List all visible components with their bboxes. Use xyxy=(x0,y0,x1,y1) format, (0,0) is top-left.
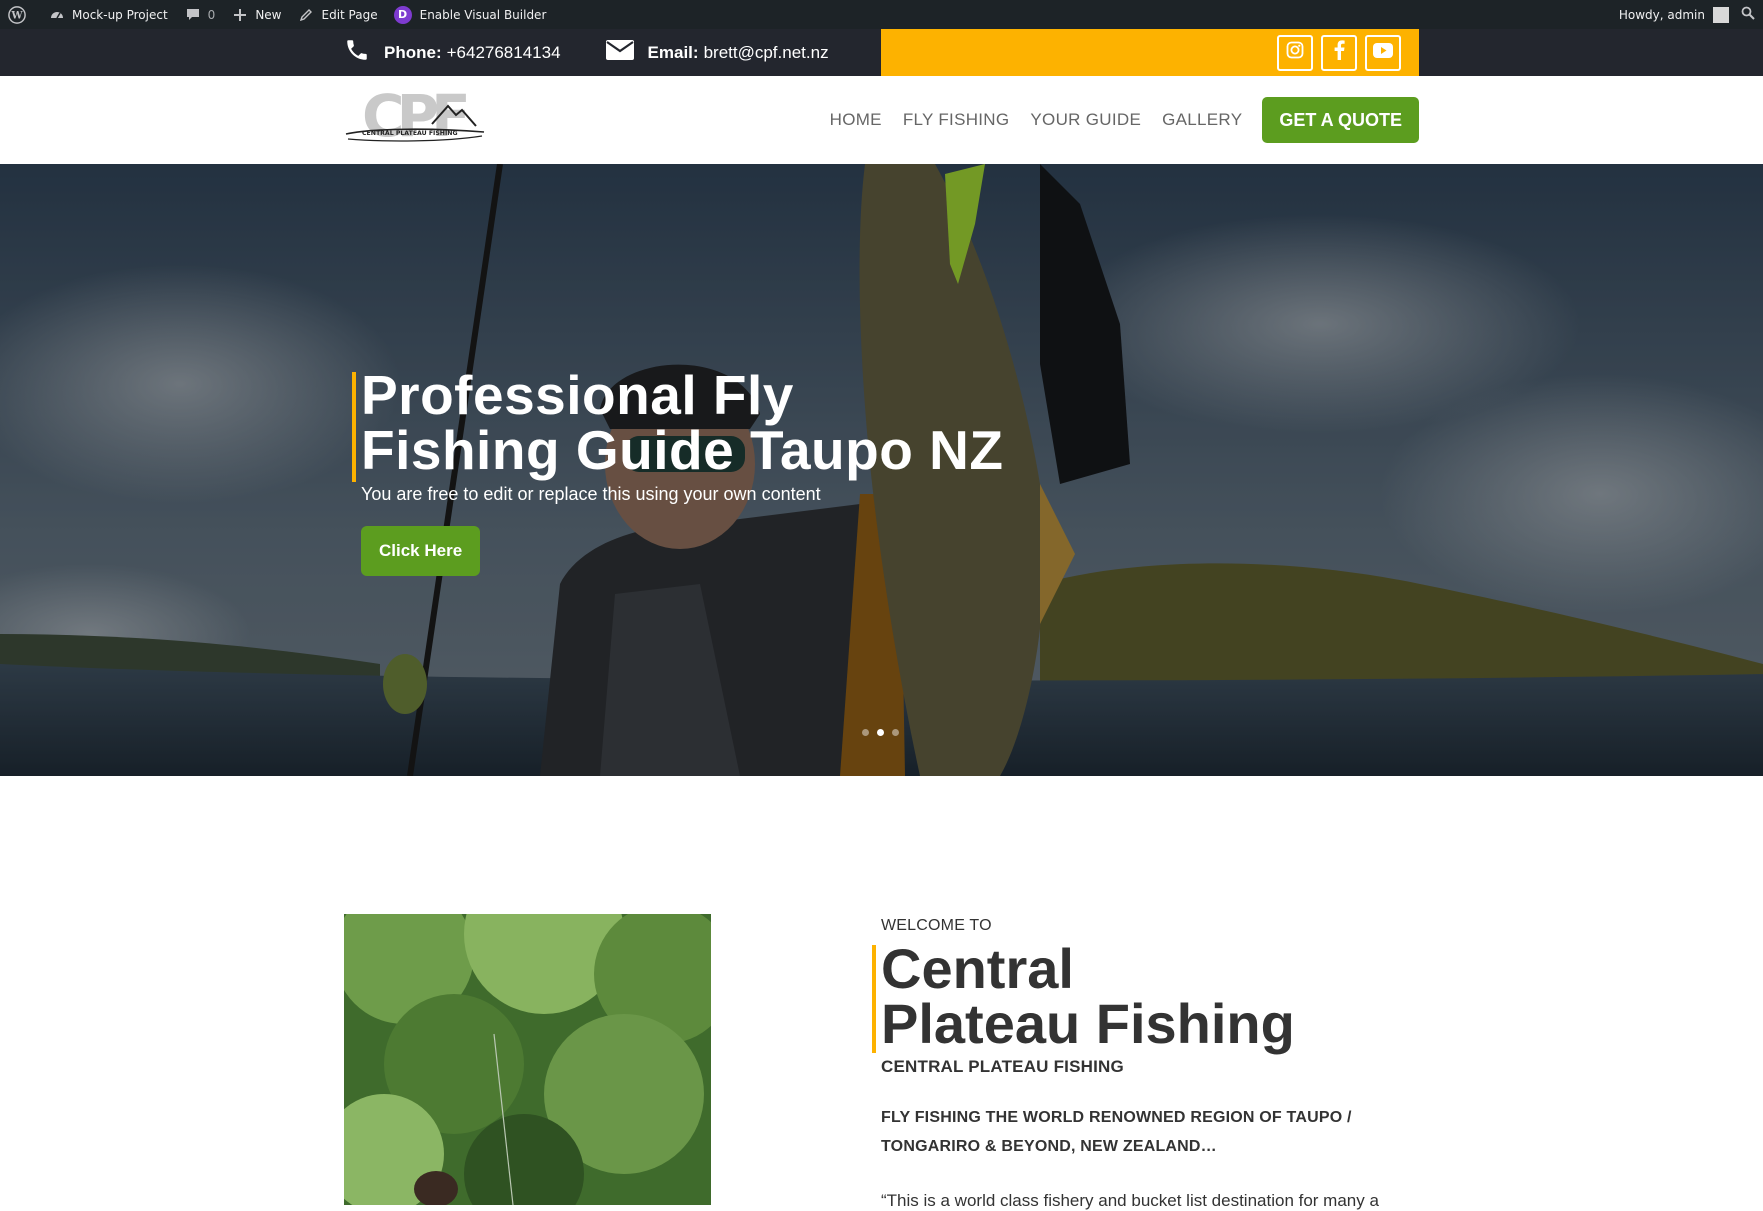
welcome-subtitle: CENTRAL PLATEAU FISHING xyxy=(881,1057,1124,1076)
howdy-label: Howdy, admin xyxy=(1618,7,1705,22)
site-logo[interactable]: CPF CENTRAL PLATEAU FISHING xyxy=(344,82,486,156)
welcome-lead-line-2: TONGARIRO & BEYOND, NEW ZEALAND… xyxy=(881,1138,1217,1155)
get-a-quote-button[interactable]: GET A QUOTE xyxy=(1262,97,1419,143)
phone-icon xyxy=(344,37,370,68)
social-links xyxy=(881,29,1419,76)
main-nav: HOME FLY FISHING YOUR GUIDE GALLERY GET … xyxy=(809,76,1419,164)
edit-page-label: Edit Page xyxy=(321,7,378,22)
comment-icon xyxy=(184,6,202,24)
envelope-icon xyxy=(605,40,634,65)
site-name-link[interactable]: Mock-up Project xyxy=(40,0,176,29)
facebook-icon xyxy=(1333,40,1345,65)
comments-count: 0 xyxy=(207,7,216,22)
welcome-lead-line-1: FLY FISHING THE WORLD RENOWNED REGION OF… xyxy=(881,1109,1352,1126)
welcome-title-line-2: Plateau Fishing xyxy=(881,992,1295,1055)
youtube-icon xyxy=(1373,42,1393,63)
instagram-icon xyxy=(1286,41,1304,64)
hero-slider: Professional Fly Fishing Guide Taupo NZ … xyxy=(0,164,1763,776)
slider-pagination xyxy=(862,729,899,736)
hero-title-line-1: Professional Fly xyxy=(361,364,794,426)
svg-text:W: W xyxy=(10,10,23,21)
edit-page-link[interactable]: Edit Page xyxy=(290,0,386,29)
hero-title-line-2: Fishing Guide Taupo NZ xyxy=(361,419,1004,481)
visual-builder-link[interactable]: D Enable Visual Builder xyxy=(386,0,555,29)
wordpress-logo-button[interactable]: W xyxy=(0,0,40,29)
welcome-title: Central Plateau Fishing xyxy=(881,941,1421,1052)
instagram-button[interactable] xyxy=(1277,34,1313,71)
hero-subtitle: You are free to edit or replace this usi… xyxy=(361,484,821,504)
welcome-title-line-1: Central xyxy=(881,937,1074,1000)
nav-home[interactable]: HOME xyxy=(830,110,882,130)
new-label: New xyxy=(255,7,282,22)
admin-search-button[interactable] xyxy=(1733,0,1763,29)
welcome-accent-bar xyxy=(872,945,876,1053)
hero-content: Professional Fly Fishing Guide Taupo NZ … xyxy=(352,368,1121,576)
plus-icon xyxy=(231,6,249,24)
pencil-icon xyxy=(298,6,316,24)
visual-builder-label: Enable Visual Builder xyxy=(419,7,547,22)
email-label: Email: xyxy=(647,42,699,62)
email-value: brett@cpf.net.nz xyxy=(703,42,829,62)
email-contact[interactable]: Email: brett@cpf.net.nz xyxy=(605,40,829,65)
slide-dot-2[interactable] xyxy=(877,729,884,736)
hero-accent-bar xyxy=(352,372,356,482)
divi-icon: D xyxy=(393,5,412,24)
welcome-section: WELCOME TO Central Plateau Fishing CENTR… xyxy=(872,917,1421,1211)
slide-dot-1[interactable] xyxy=(862,729,869,736)
welcome-eyebrow: WELCOME TO xyxy=(881,917,992,934)
phone-label: Phone: xyxy=(384,42,442,62)
nav-gallery[interactable]: GALLERY xyxy=(1162,110,1242,130)
hero-title: Professional Fly Fishing Guide Taupo NZ xyxy=(361,368,1121,478)
phone-contact[interactable]: Phone: +64276814134 xyxy=(344,37,561,68)
youtube-button[interactable] xyxy=(1365,34,1401,71)
wordpress-icon: W xyxy=(8,5,26,24)
nav-your-guide[interactable]: YOUR GUIDE xyxy=(1030,110,1141,130)
logo-caption: CENTRAL PLATEAU FISHING xyxy=(362,130,458,137)
site-header: CPF CENTRAL PLATEAU FISHING HOME FLY FIS… xyxy=(0,76,1763,164)
comments-link[interactable]: 0 xyxy=(176,0,224,29)
nav-fly-fishing[interactable]: FLY FISHING xyxy=(903,110,1010,130)
slide-dot-3[interactable] xyxy=(892,729,899,736)
wp-admin-bar: W Mock-up Project 0 New Edit Page D Enab… xyxy=(0,0,1763,29)
welcome-photo xyxy=(344,914,711,1205)
search-icon xyxy=(1741,6,1755,23)
welcome-quote: “This is a world class fishery and bucke… xyxy=(881,1191,1379,1210)
account-menu[interactable]: Howdy, admin xyxy=(1611,0,1733,29)
new-content-link[interactable]: New xyxy=(223,0,289,29)
dashboard-icon xyxy=(48,6,66,24)
site-name-label: Mock-up Project xyxy=(72,7,168,22)
welcome-lead: FLY FISHING THE WORLD RENOWNED REGION OF… xyxy=(881,1103,1381,1161)
avatar xyxy=(1713,6,1729,23)
phone-value: +64276814134 xyxy=(446,42,561,62)
hero-click-here-button[interactable]: Click Here xyxy=(361,526,481,576)
facebook-button[interactable] xyxy=(1321,34,1357,71)
